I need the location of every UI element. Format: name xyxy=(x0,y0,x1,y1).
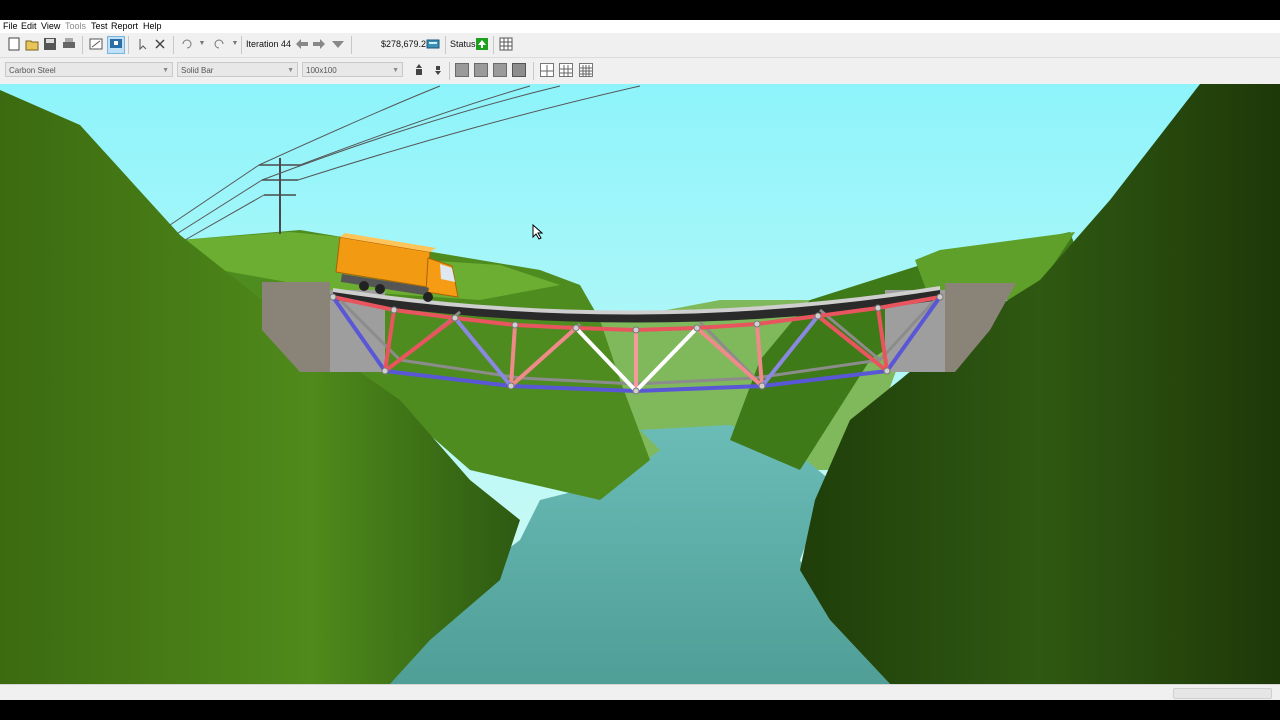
chevron-down-icon: ▼ xyxy=(162,67,169,74)
redo-icon[interactable] xyxy=(212,37,226,51)
menu-tools[interactable]: Tools xyxy=(65,21,86,31)
member-list-icon[interactable] xyxy=(455,63,469,77)
drawing-board-icon[interactable] xyxy=(89,37,103,51)
menu-edit[interactable]: Edit xyxy=(21,21,37,31)
open-folder-icon[interactable] xyxy=(25,37,39,51)
back-arrow-icon[interactable] xyxy=(295,37,309,51)
main-toolbar: ▼ ▼ Iteration 44 $278,679.23 Status: xyxy=(0,33,1280,58)
menu-view[interactable]: View xyxy=(41,21,60,31)
status-label: Status: xyxy=(450,39,479,49)
window-top-border xyxy=(0,0,1280,20)
iteration-dropdown-icon[interactable] xyxy=(331,37,345,51)
calculator-icon[interactable] xyxy=(426,37,440,51)
print-icon[interactable] xyxy=(62,37,76,51)
redo-dropdown-icon[interactable]: ▼ xyxy=(228,37,242,51)
menu-test[interactable]: Test xyxy=(91,21,108,31)
toolbar-separator xyxy=(449,62,450,80)
grid-medium-icon[interactable] xyxy=(559,63,573,77)
menu-help[interactable]: Help xyxy=(143,21,162,31)
load-test-icon[interactable] xyxy=(107,36,125,54)
member-table-icon[interactable] xyxy=(474,63,488,77)
forward-arrow-icon[interactable] xyxy=(312,37,326,51)
material-select-value: Carbon Steel xyxy=(9,66,56,75)
size-up-icon[interactable] xyxy=(412,63,426,77)
toolbar-separator xyxy=(82,36,83,54)
menu-file[interactable]: File xyxy=(3,21,18,31)
delete-icon[interactable] xyxy=(153,37,167,51)
undo-dropdown-icon[interactable]: ▼ xyxy=(195,37,209,51)
undo-icon[interactable] xyxy=(180,37,194,51)
toolbar-separator xyxy=(493,36,494,54)
horizontal-scrollbar[interactable] xyxy=(1173,688,1272,699)
chevron-down-icon: ▼ xyxy=(392,67,399,74)
select-icon[interactable] xyxy=(136,37,150,51)
iteration-label: Iteration 44 xyxy=(246,39,292,49)
toolbar-separator xyxy=(173,36,174,54)
toolbar-separator xyxy=(128,36,129,54)
section-select[interactable]: Solid Bar ▼ xyxy=(177,62,298,77)
grid-fine-icon[interactable] xyxy=(579,63,593,77)
toolbar-separator xyxy=(445,36,446,54)
toolbar-separator xyxy=(533,62,534,80)
mouse-cursor-icon xyxy=(532,224,544,240)
toolbar-separator xyxy=(351,36,352,54)
material-select[interactable]: Carbon Steel ▼ xyxy=(5,62,173,77)
size-select-value: 100x100 xyxy=(306,66,337,75)
new-file-icon[interactable] xyxy=(7,37,21,51)
material-toolbar: Carbon Steel ▼ Solid Bar ▼ 100x100 ▼ xyxy=(0,58,1280,84)
cost-display: $278,679.23 xyxy=(381,39,432,49)
member-details-icon[interactable] xyxy=(493,63,507,77)
grid-coarse-icon[interactable] xyxy=(540,63,554,77)
save-icon[interactable] xyxy=(43,37,57,51)
menu-report[interactable]: Report xyxy=(111,21,138,31)
member-view-icon[interactable] xyxy=(512,63,526,77)
report-table-icon[interactable] xyxy=(499,37,513,51)
status-ok-icon xyxy=(475,37,489,51)
size-down-icon[interactable] xyxy=(431,63,445,77)
window-bottom-border xyxy=(0,700,1280,720)
chevron-down-icon: ▼ xyxy=(287,67,294,74)
toolbar-separator xyxy=(241,36,242,54)
size-select[interactable]: 100x100 ▼ xyxy=(302,62,403,77)
status-bar xyxy=(0,684,1280,701)
bridge-3d-view[interactable] xyxy=(0,84,1280,684)
menu-bar: File Edit View Tools Test Report Help xyxy=(0,20,1280,33)
section-select-value: Solid Bar xyxy=(181,66,214,75)
